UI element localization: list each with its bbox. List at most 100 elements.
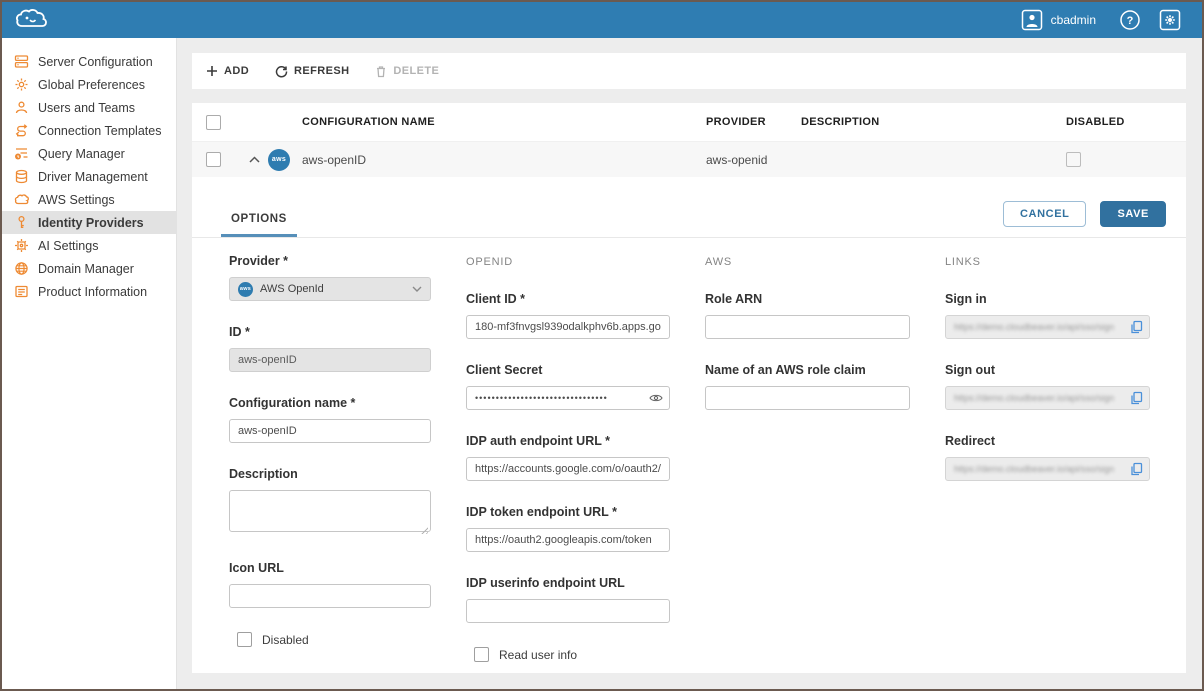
copy-icon[interactable]: [1130, 462, 1143, 476]
sidebar-item-ai-settings[interactable]: AI Settings: [2, 234, 176, 257]
row-disabled-checkbox[interactable]: [1066, 152, 1081, 167]
aws-section-label: AWS: [705, 256, 910, 268]
sign-out-url-field: https://demo.cloudbeaver.io/api/sso/sign: [945, 386, 1150, 410]
sidebar-item-aws-settings[interactable]: AWS Settings: [2, 188, 176, 211]
database-icon: [14, 169, 29, 184]
sidebar-item-label: Connection Templates: [38, 124, 161, 138]
username-label: cbadmin: [1051, 13, 1096, 27]
icon-url-label: Icon URL: [229, 561, 431, 575]
client-secret-label: Client Secret: [466, 363, 670, 377]
settings-button[interactable]: [1150, 2, 1190, 38]
refresh-button[interactable]: REFRESH: [275, 65, 349, 78]
tab-options[interactable]: OPTIONS: [221, 213, 297, 237]
add-button[interactable]: ADD: [206, 65, 249, 77]
sidebar-item-users-and-teams[interactable]: Users and Teams: [2, 96, 176, 119]
chip-icon: [14, 238, 29, 253]
help-button[interactable]: ?: [1110, 2, 1150, 38]
cancel-button[interactable]: CANCEL: [1003, 201, 1086, 227]
sidebar-item-label: Query Manager: [38, 147, 125, 161]
row-checkbox[interactable]: [206, 152, 221, 167]
openid-section-label: OPENID: [466, 256, 670, 268]
connection-icon: [14, 123, 29, 138]
client-id-field[interactable]: [466, 315, 670, 339]
column-configuration-name: CONFIGURATION NAME: [302, 116, 706, 128]
sidebar-item-connection-templates[interactable]: Connection Templates: [2, 119, 176, 142]
sidebar-item-label: Identity Providers: [38, 216, 144, 230]
sidebar-item-query-manager[interactable]: Query Manager: [2, 142, 176, 165]
sidebar-item-domain-manager[interactable]: Domain Manager: [2, 257, 176, 280]
column-disabled: DISABLED: [1066, 116, 1186, 128]
admin-sidebar: Server Configuration Global Preferences …: [2, 38, 177, 689]
providers-panel: CONFIGURATION NAME PROVIDER DESCRIPTION …: [192, 103, 1186, 673]
table-row[interactable]: aws aws-openID aws-openid: [192, 142, 1186, 177]
sidebar-item-label: Driver Management: [38, 170, 148, 184]
user-icon: [14, 100, 29, 115]
select-all-checkbox[interactable]: [206, 115, 221, 130]
server-icon: [14, 54, 29, 69]
key-icon: [14, 215, 29, 230]
redirect-url-field: https://demo.cloudbeaver.io/api/sso/sign: [945, 457, 1150, 481]
plus-icon: [206, 65, 218, 77]
svg-text:?: ?: [1127, 15, 1134, 27]
disabled-check-row: Disabled: [237, 632, 431, 647]
refresh-icon: [275, 65, 288, 78]
aws-provider-icon: aws: [268, 149, 290, 171]
sidebar-item-label: Server Configuration: [38, 55, 153, 69]
sidebar-item-label: Users and Teams: [38, 101, 135, 115]
options-form: Provider * aws AWS OpenId ID * Configura…: [192, 238, 1186, 673]
table-header: CONFIGURATION NAME PROVIDER DESCRIPTION …: [192, 103, 1186, 142]
delete-button[interactable]: DELETE: [375, 65, 439, 78]
provider-label: Provider *: [229, 254, 431, 268]
sidebar-item-identity-providers[interactable]: Identity Providers: [2, 211, 176, 234]
role-arn-field[interactable]: [705, 315, 910, 339]
row-provider: aws-openid: [706, 153, 801, 167]
general-column: Provider * aws AWS OpenId ID * Configura…: [229, 254, 431, 673]
globe-icon: [14, 261, 29, 276]
chevron-up-icon: [249, 156, 260, 163]
sidebar-item-server-configuration[interactable]: Server Configuration: [2, 50, 176, 73]
idp-userinfo-endpoint-label: IDP userinfo endpoint URL: [466, 576, 670, 590]
configuration-name-field[interactable]: [229, 419, 431, 443]
description-field[interactable]: [229, 490, 431, 532]
sidebar-item-label: Global Preferences: [38, 78, 145, 92]
sidebar-item-product-information[interactable]: Product Information: [2, 280, 176, 303]
main-content: ADD REFRESH DELETE: [177, 38, 1202, 689]
links-section-label: LINKS: [945, 256, 1150, 268]
sidebar-item-global-preferences[interactable]: Global Preferences: [2, 73, 176, 96]
client-id-label: Client ID *: [466, 292, 670, 306]
idp-auth-endpoint-field[interactable]: [466, 457, 670, 481]
query-icon: [14, 146, 29, 161]
sidebar-item-label: Product Information: [38, 285, 147, 299]
sidebar-item-label: Domain Manager: [38, 262, 134, 276]
sign-in-label: Sign in: [945, 292, 1150, 306]
editor-actions: CANCEL SAVE: [1003, 201, 1166, 237]
user-avatar-icon: [1021, 9, 1043, 31]
id-field[interactable]: [229, 348, 431, 372]
links-column: LINKS Sign in https://demo.cloudbeaver.i…: [945, 254, 1150, 673]
disabled-checkbox-label: Disabled: [262, 633, 309, 647]
eye-icon[interactable]: [649, 393, 663, 403]
icon-url-field[interactable]: [229, 584, 431, 608]
idp-userinfo-endpoint-field[interactable]: [466, 599, 670, 623]
refresh-button-label: REFRESH: [294, 65, 349, 77]
sidebar-item-driver-management[interactable]: Driver Management: [2, 165, 176, 188]
top-bar: cbadmin ?: [2, 2, 1202, 38]
id-label: ID *: [229, 325, 431, 339]
sidebar-item-label: AI Settings: [38, 239, 98, 253]
save-button[interactable]: SAVE: [1100, 201, 1166, 227]
provider-select-value: AWS OpenId: [260, 283, 324, 295]
copy-icon[interactable]: [1130, 320, 1143, 334]
read-user-info-checkbox[interactable]: [474, 647, 489, 662]
client-secret-field[interactable]: [466, 386, 670, 410]
idp-token-endpoint-field[interactable]: [466, 528, 670, 552]
redirect-label: Redirect: [945, 434, 1150, 448]
disabled-checkbox[interactable]: [237, 632, 252, 647]
role-claim-field[interactable]: [705, 386, 910, 410]
copy-icon[interactable]: [1130, 391, 1143, 405]
collapse-row-button[interactable]: [240, 156, 268, 163]
provider-select[interactable]: aws AWS OpenId: [229, 277, 431, 301]
user-menu[interactable]: cbadmin: [1007, 2, 1110, 38]
column-description: DESCRIPTION: [801, 116, 1066, 128]
configuration-name-label: Configuration name *: [229, 396, 431, 410]
column-provider: PROVIDER: [706, 116, 801, 128]
